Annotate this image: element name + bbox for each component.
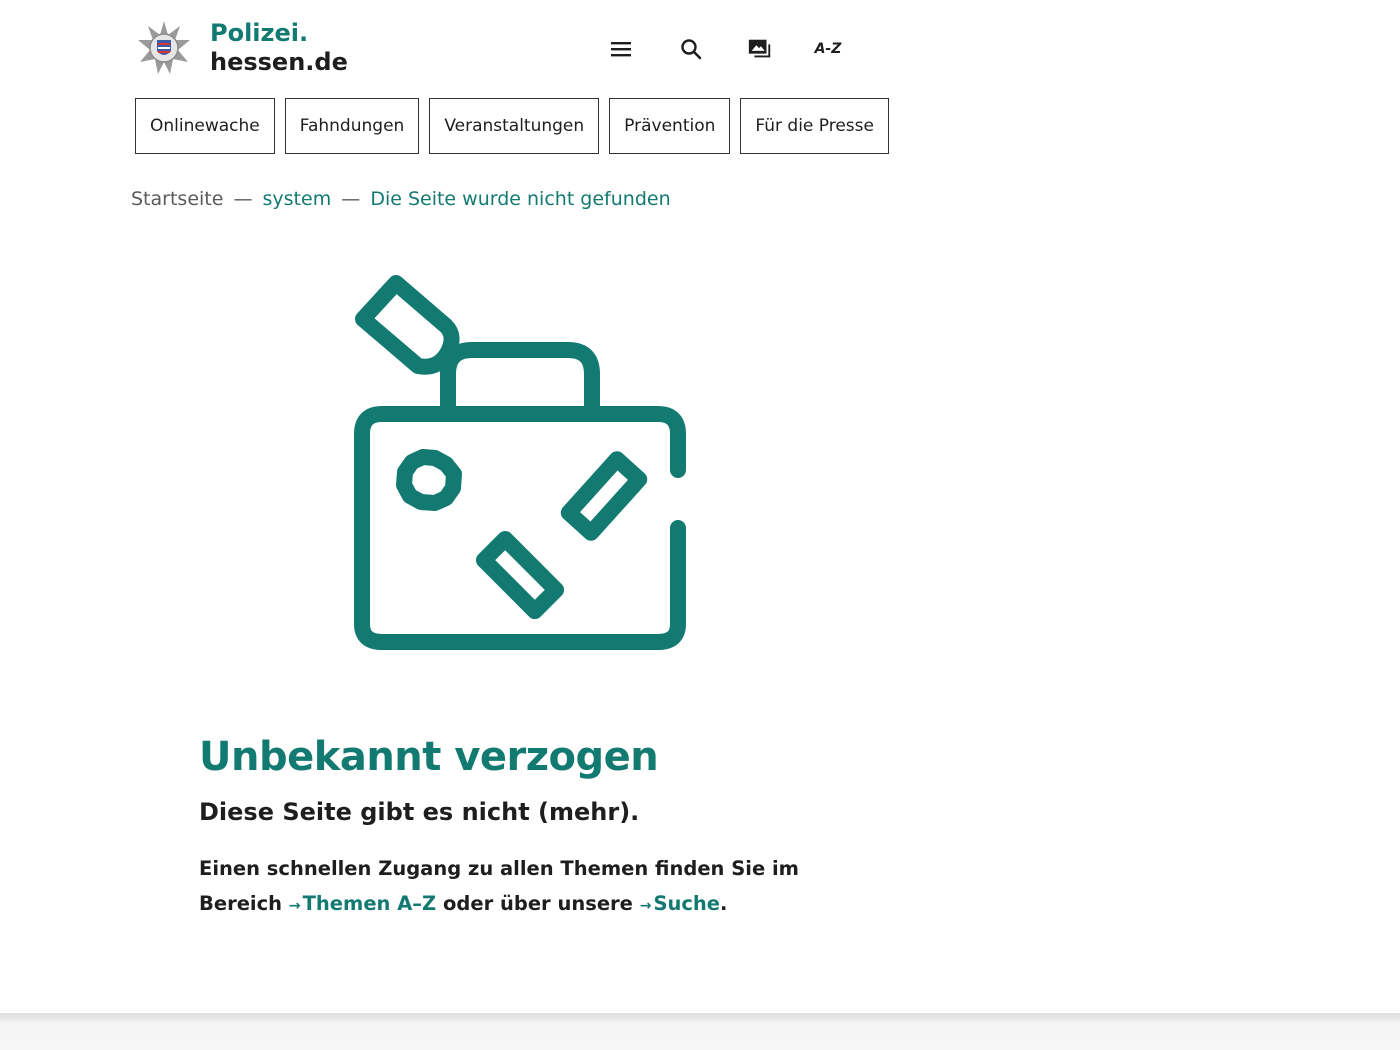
themen-a-z-link[interactable]: → Themen A–Z bbox=[289, 892, 436, 915]
nav-item-fahndungen[interactable]: Fahndungen bbox=[284, 98, 420, 154]
suitcase-icon bbox=[354, 275, 686, 650]
footer-strip bbox=[0, 1013, 1400, 1050]
themen-a-z-label: Themen A–Z bbox=[302, 892, 437, 915]
help-text: Einen schnellen Zugang zu allen Themen f… bbox=[199, 851, 799, 924]
breadcrumb-item-system[interactable]: system bbox=[263, 188, 332, 210]
a-z-link[interactable]: A-Z bbox=[808, 36, 848, 62]
hamburger-menu-icon bbox=[611, 42, 631, 57]
page-headline: Unbekannt verzogen bbox=[199, 734, 659, 780]
arrow-right-icon: → bbox=[288, 898, 301, 914]
search-link-label: Suche bbox=[653, 892, 721, 915]
breadcrumb-item-current[interactable]: Die Seite wurde nicht gefunden bbox=[370, 188, 670, 210]
media-button[interactable] bbox=[747, 36, 773, 62]
breadcrumb-item-startseite[interactable]: Startseite bbox=[131, 188, 223, 210]
logo-line-2: hessen.de bbox=[210, 48, 348, 76]
help-text-part-2: oder über unsere bbox=[443, 892, 633, 915]
media-gallery-icon bbox=[748, 39, 771, 58]
police-star-emblem-icon bbox=[138, 21, 190, 74]
search-button[interactable] bbox=[678, 36, 704, 62]
nav-item-onlinewache[interactable]: Onlinewache bbox=[135, 98, 275, 154]
nav-item-veranstaltungen[interactable]: Veranstaltungen bbox=[429, 98, 600, 154]
search-link[interactable]: → Suche bbox=[640, 892, 720, 915]
logo-line-1: Polizei. bbox=[210, 19, 309, 47]
site-logo[interactable]: Polizei. hessen.de bbox=[136, 18, 348, 78]
breadcrumb: Startseite — system — Die Seite wurde ni… bbox=[131, 188, 671, 210]
nav-item-presse[interactable]: Für die Presse bbox=[740, 98, 889, 154]
menu-button[interactable] bbox=[608, 36, 634, 62]
search-icon bbox=[681, 39, 702, 60]
main-navigation: Onlinewache Fahndungen Veranstaltungen P… bbox=[135, 98, 889, 154]
arrow-right-icon: → bbox=[639, 898, 652, 914]
help-text-end: . bbox=[720, 892, 728, 915]
breadcrumb-separator: — bbox=[341, 188, 361, 210]
breadcrumb-separator: — bbox=[233, 188, 253, 210]
nav-item-praevention[interactable]: Prävention bbox=[609, 98, 731, 154]
page-subheadline: Diese Seite gibt es nicht (mehr). bbox=[199, 798, 640, 826]
